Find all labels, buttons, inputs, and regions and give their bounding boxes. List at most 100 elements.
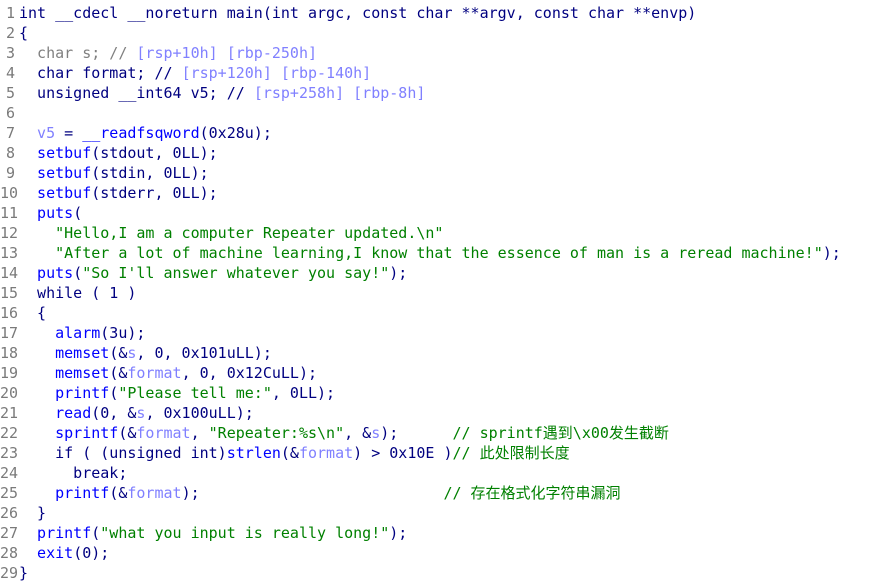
function-name[interactable]: puts xyxy=(19,204,73,222)
line-text: v5 = __readfsqword(0x28u); xyxy=(19,123,272,143)
function-name[interactable]: __readfsqword xyxy=(82,124,199,142)
code-token: { xyxy=(19,24,29,42)
function-name[interactable]: exit xyxy=(19,544,73,562)
code-line[interactable]: 10 setbuf(stderr, 0LL); xyxy=(0,183,841,203)
line-number: 17 xyxy=(0,324,19,342)
line-text: printf(&format); // 存在格式化字符串漏洞 xyxy=(19,483,620,503)
code-token: , 0LL); xyxy=(271,384,336,402)
code-token: (& xyxy=(109,364,128,382)
function-name[interactable]: strlen xyxy=(227,444,281,462)
line-text: char format; // [rsp+120h] [rbp-140h] xyxy=(19,63,371,83)
line-text: unsigned __int64 v5; // [rsp+258h] [rbp-… xyxy=(19,83,425,103)
line-text: alarm(3u); xyxy=(19,323,145,343)
code-line[interactable]: 14 puts("So I'll answer whatever you say… xyxy=(0,263,841,283)
line-text: } xyxy=(19,563,28,583)
code-line[interactable]: 9 setbuf(stdin, 0LL); xyxy=(0,163,841,183)
line-number: 15 xyxy=(0,284,19,302)
code-line[interactable]: 3 char s; // [rsp+10h] [rbp-250h] xyxy=(0,43,841,63)
code-line[interactable]: 15 while ( 1 ) xyxy=(0,283,841,303)
function-name[interactable]: memset xyxy=(19,344,109,362)
code-line[interactable]: 5 unsigned __int64 v5; // [rsp+258h] [rb… xyxy=(0,83,841,103)
code-line[interactable]: 8 setbuf(stdout, 0LL); xyxy=(0,143,841,163)
function-name[interactable]: read xyxy=(19,404,91,422)
function-name[interactable]: setbuf xyxy=(19,164,91,182)
line-text: printf("Please tell me:", 0LL); xyxy=(19,383,335,403)
code-token: ( xyxy=(73,264,83,282)
code-line[interactable]: 27 printf("what you input is really long… xyxy=(0,523,841,543)
function-name[interactable]: printf xyxy=(19,524,91,542)
function-name[interactable]: memset xyxy=(19,364,109,382)
function-name[interactable]: printf xyxy=(19,384,109,402)
variable-name[interactable]: format xyxy=(127,364,181,382)
pseudocode-view[interactable]: 1 int __cdecl __noreturn main(int argc, c… xyxy=(0,3,841,583)
line-number: 1 xyxy=(5,4,15,22)
variable-name[interactable]: format xyxy=(127,484,181,502)
line-text: if ( (unsigned int)strlen(&format) > 0x1… xyxy=(19,443,569,463)
line-text: exit(0); xyxy=(19,543,109,563)
code-token: (0); xyxy=(73,544,110,562)
code-token: (0x28u); xyxy=(199,124,272,142)
code-line[interactable]: 25 printf(&format); // 存在格式化字符串漏洞 xyxy=(0,483,841,503)
code-line[interactable]: 28 exit(0); xyxy=(0,543,841,563)
line-text: setbuf(stdout, 0LL); xyxy=(19,143,218,163)
line-text: char s; // [rsp+10h] [rbp-250h] xyxy=(19,43,317,63)
line-number: 12 xyxy=(0,224,19,242)
function-name[interactable]: sprintf xyxy=(19,424,118,442)
code-line[interactable]: 6 xyxy=(0,103,841,123)
code-line[interactable]: 2{ xyxy=(0,23,841,43)
line-number: 9 xyxy=(5,164,15,182)
line-text: while ( 1 ) xyxy=(19,283,136,303)
line-number: 19 xyxy=(0,364,19,382)
code-token: (& xyxy=(109,344,128,362)
code-line[interactable]: 17 alarm(3u); xyxy=(0,323,841,343)
line-number: 26 xyxy=(0,504,19,522)
function-name[interactable]: alarm xyxy=(19,324,100,342)
function-name[interactable]: setbuf xyxy=(19,184,91,202)
code-token: (0, & xyxy=(91,404,137,422)
code-line[interactable]: 12 "Hello,I am a computer Repeater updat… xyxy=(0,223,841,243)
variable-name[interactable]: v5 xyxy=(19,124,55,142)
code-line[interactable]: 19 memset(&format, 0, 0x12CuLL); xyxy=(0,363,841,383)
code-line[interactable]: 18 memset(&s, 0, 0x101uLL); xyxy=(0,343,841,363)
line-number: 24 xyxy=(0,464,19,482)
line-text: { xyxy=(19,23,28,43)
code-line[interactable]: 16 { xyxy=(0,303,841,323)
code-token: unsigned __int64 v5; // xyxy=(19,84,254,102)
code-line[interactable]: 11 puts( xyxy=(0,203,841,223)
code-token: } xyxy=(19,504,47,522)
code-token: (3u); xyxy=(100,324,146,342)
code-comment: // sprintf遇到\x00发生截断 xyxy=(452,424,669,442)
function-name[interactable]: setbuf xyxy=(19,144,91,162)
code-token: { xyxy=(19,304,47,322)
string-literal: "Hello,I am a computer Repeater updated.… xyxy=(19,224,444,242)
line-number: 20 xyxy=(0,384,19,402)
code-line[interactable]: 21 read(0, &s, 0x100uLL); xyxy=(0,403,841,423)
string-literal: "After a lot of machine learning,I know … xyxy=(19,244,823,262)
code-line[interactable]: 7 v5 = __readfsqword(0x28u); xyxy=(0,123,841,143)
code-line[interactable]: 13 "After a lot of machine learning,I kn… xyxy=(0,243,841,263)
code-line[interactable]: 20 printf("Please tell me:", 0LL); xyxy=(0,383,841,403)
code-line[interactable]: 29} xyxy=(0,563,841,583)
line-number: 21 xyxy=(0,404,19,422)
code-token: (& xyxy=(280,444,299,462)
variable-name[interactable]: format xyxy=(299,444,353,462)
code-line[interactable]: 22 sprintf(&format, "Repeater:%s\n", &s)… xyxy=(0,423,841,443)
code-line[interactable]: 4 char format; // [rsp+120h] [rbp-140h] xyxy=(0,63,841,83)
function-name[interactable]: printf xyxy=(19,484,109,502)
code-line[interactable]: 24 break; xyxy=(0,463,841,483)
code-token: if ( (unsigned int) xyxy=(19,444,227,462)
line-number: 11 xyxy=(0,204,19,222)
code-token: ( xyxy=(91,524,101,542)
code-token: ); xyxy=(389,264,408,282)
line-text: puts("So I'll answer whatever you say!")… xyxy=(19,263,407,283)
function-name[interactable]: puts xyxy=(19,264,73,282)
variable-name[interactable]: s xyxy=(371,424,380,442)
line-text: "After a lot of machine learning,I know … xyxy=(19,243,841,263)
variable-name[interactable]: format xyxy=(136,424,190,442)
line-number: 18 xyxy=(0,344,19,362)
string-literal: "what you input is really long!" xyxy=(100,524,390,542)
code-line[interactable]: 26 } xyxy=(0,503,841,523)
code-line[interactable]: 23 if ( (unsigned int)strlen(&format) > … xyxy=(0,443,841,463)
code-line[interactable]: 1 int __cdecl __noreturn main(int argc, c… xyxy=(0,3,841,23)
code-token: (& xyxy=(118,424,137,442)
